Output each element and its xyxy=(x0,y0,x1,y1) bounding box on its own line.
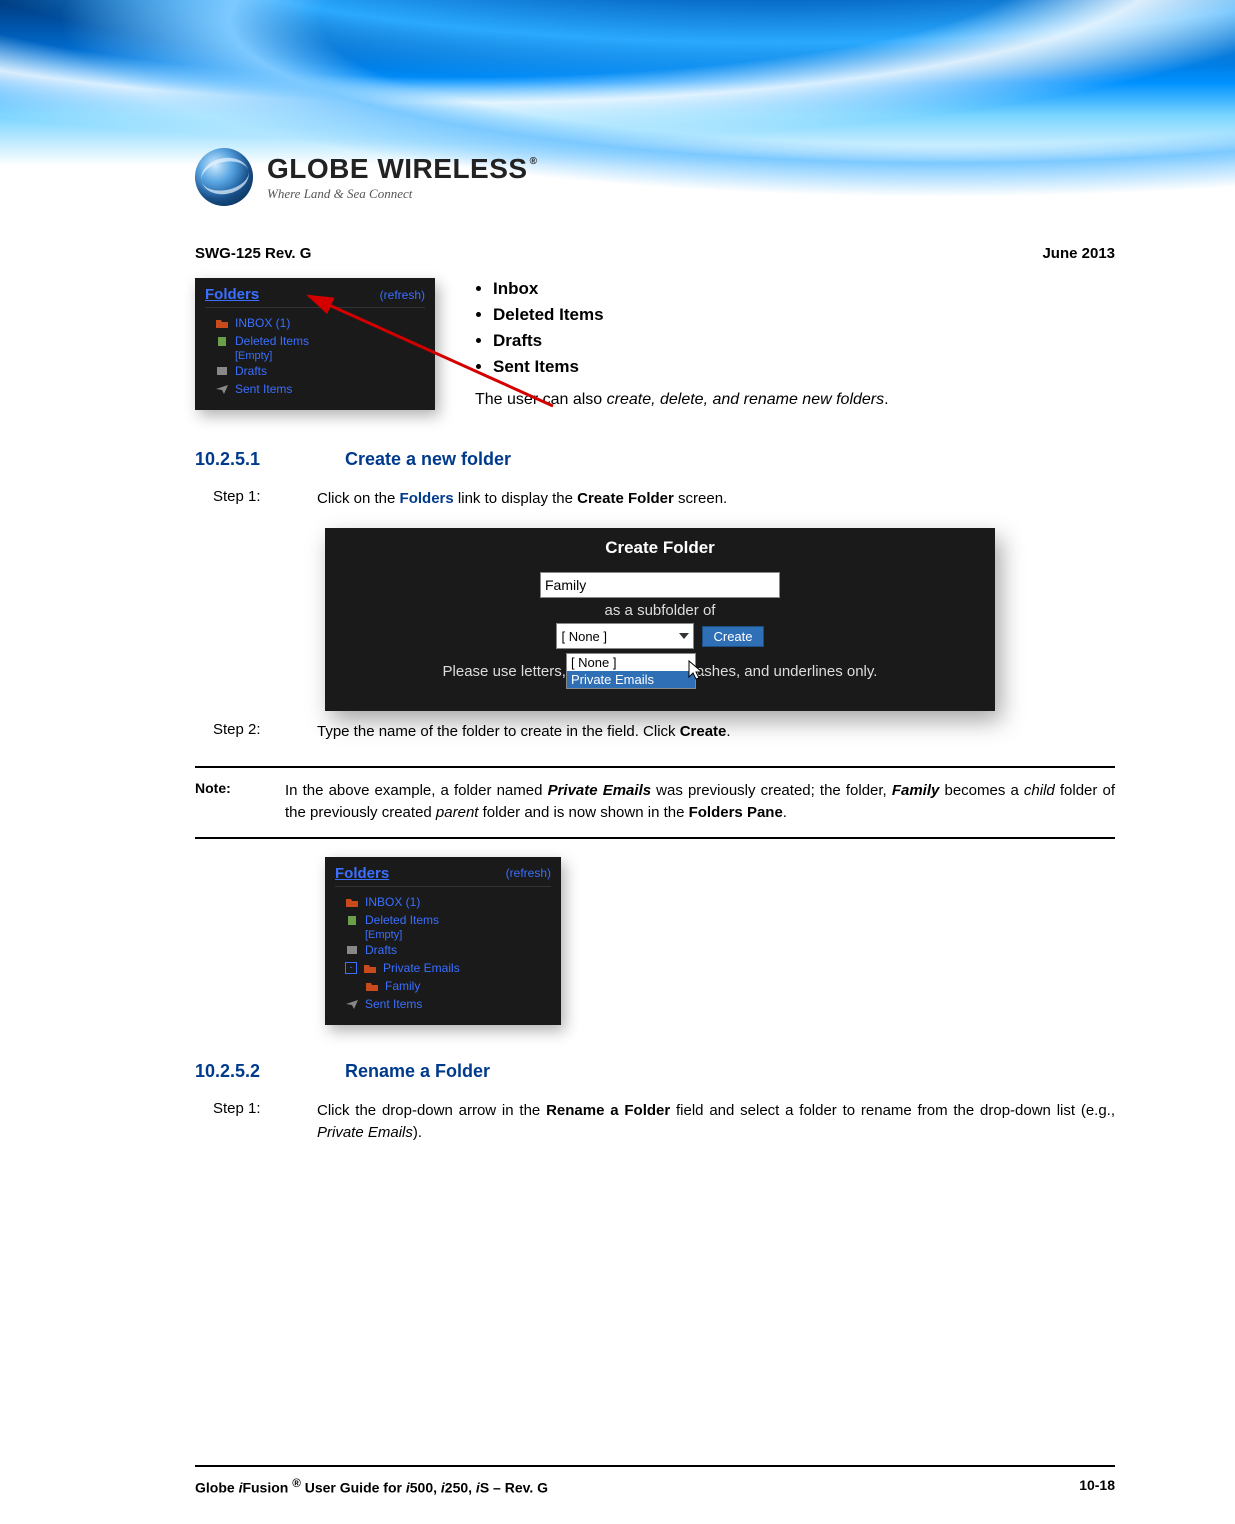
footer-left: Globe iFusion ® User Guide for i500, i25… xyxy=(195,1477,548,1496)
draft-icon xyxy=(345,944,359,956)
trash-icon xyxy=(345,914,359,926)
sent-icon xyxy=(345,998,359,1010)
create-folder-dialog: Create Folder as a subfolder of [ None ]… xyxy=(325,528,995,711)
globe-icon xyxy=(195,148,253,206)
folders-link[interactable]: Folders xyxy=(335,865,389,882)
user-note: The user can also create, delete, and re… xyxy=(475,388,889,413)
refresh-link[interactable]: (refresh) xyxy=(506,866,551,880)
subfolder-label: as a subfolder of xyxy=(605,602,716,619)
folder-icon xyxy=(365,980,379,992)
folder-sent[interactable]: Sent Items xyxy=(205,380,425,398)
document-page: GLOBE WIRELESS ® Where Land & Sea Connec… xyxy=(0,0,1235,1524)
chevron-down-icon xyxy=(679,633,689,639)
list-item: Deleted Items xyxy=(493,302,889,328)
trash-icon xyxy=(215,335,229,347)
draft-icon xyxy=(215,365,229,377)
registered-mark: ® xyxy=(530,157,538,167)
folder-private-emails[interactable]: - Private Emails xyxy=(335,959,551,977)
folder-deleted[interactable]: Deleted Items xyxy=(335,911,551,929)
folder-drafts[interactable]: Drafts xyxy=(205,362,425,380)
empty-link[interactable]: [Empty] xyxy=(205,350,425,362)
parent-folder-dropdown[interactable]: [ None ] Private Emails xyxy=(566,653,696,689)
list-item: Drafts xyxy=(493,328,889,354)
doc-id: SWG-125 Rev. G xyxy=(195,245,311,262)
sent-icon xyxy=(215,383,229,395)
folder-bullet-list: Inbox Deleted Items Drafts Sent Items Th… xyxy=(475,276,889,413)
folder-family[interactable]: Family xyxy=(335,977,551,995)
note-block: Note: In the above example, a folder nam… xyxy=(195,766,1115,839)
page-footer: Globe iFusion ® User Guide for i500, i25… xyxy=(195,1465,1115,1496)
folder-icon xyxy=(345,896,359,908)
create-button[interactable]: Create xyxy=(702,626,763,647)
folder-deleted[interactable]: Deleted Items xyxy=(205,332,425,350)
brand-logo: GLOBE WIRELESS ® Where Land & Sea Connec… xyxy=(195,148,537,206)
dialog-title: Create Folder xyxy=(325,528,995,568)
section-heading-rename: 10.2.5.2Rename a Folder xyxy=(195,1061,1115,1082)
folder-icon xyxy=(363,962,377,974)
folders-pane-screenshot: Folders (refresh) INBOX (1) Deleted Item… xyxy=(195,278,435,410)
folder-sent[interactable]: Sent Items xyxy=(335,995,551,1013)
list-item: Sent Items xyxy=(493,354,889,380)
dialog-hint: Please use letters, [ None ] Private Ema… xyxy=(325,653,995,689)
section-heading-create: 10.2.5.1Create a new folder xyxy=(195,449,1115,470)
step-1-rename: Step 1: Click the drop-down arrow in the… xyxy=(213,1100,1115,1145)
dropdown-option[interactable]: [ None ] xyxy=(567,654,695,671)
cursor-icon xyxy=(687,659,705,681)
list-item: Inbox xyxy=(493,276,889,302)
parent-folder-select[interactable]: [ None ] xyxy=(556,623,694,649)
folder-inbox[interactable]: INBOX (1) xyxy=(335,893,551,911)
folders-link[interactable]: Folders xyxy=(205,286,259,303)
page-number: 10-18 xyxy=(1079,1477,1115,1496)
folder-drafts[interactable]: Drafts xyxy=(335,941,551,959)
folders-pane-after: Folders (refresh) INBOX (1) Deleted Item… xyxy=(325,857,561,1025)
header-banner: GLOBE WIRELESS ® Where Land & Sea Connec… xyxy=(0,0,1235,230)
logo-tagline: Where Land & Sea Connect xyxy=(267,187,537,200)
step-1-create: Step 1: Click on the Folders link to dis… xyxy=(213,488,1115,511)
folder-icon xyxy=(215,317,229,329)
folder-inbox[interactable]: INBOX (1) xyxy=(205,314,425,332)
step-2-create: Step 2: Type the name of the folder to c… xyxy=(213,721,1115,744)
refresh-link[interactable]: (refresh) xyxy=(380,288,425,302)
doc-header-bar: SWG-125 Rev. G June 2013 xyxy=(195,230,1115,272)
logo-title: GLOBE WIRELESS xyxy=(267,155,528,183)
doc-date: June 2013 xyxy=(1042,245,1115,262)
empty-link[interactable]: [Empty] xyxy=(335,929,551,941)
dropdown-option-selected[interactable]: Private Emails xyxy=(567,671,695,688)
collapse-icon[interactable]: - xyxy=(345,962,357,974)
folder-name-input[interactable] xyxy=(540,572,780,598)
